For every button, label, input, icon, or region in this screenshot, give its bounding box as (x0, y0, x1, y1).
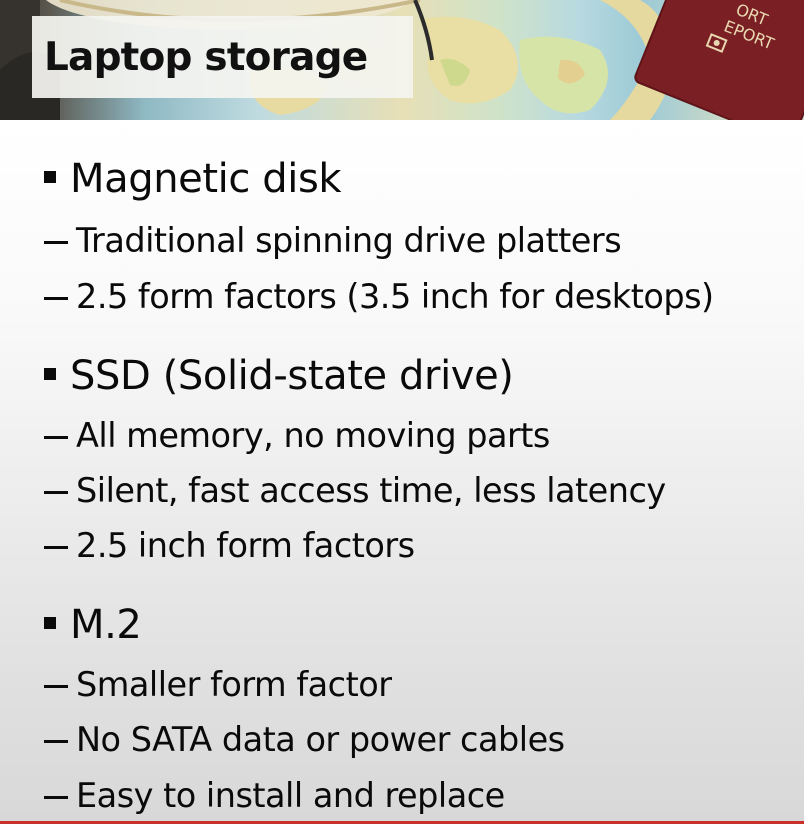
sub-item-text: 2.5 form factors (3.5 inch for desktops) (76, 277, 714, 316)
square-bullet-icon (44, 368, 56, 380)
header-banner: ORT EPORT Laptop storage (0, 0, 804, 120)
section-heading-m2: M.2 (44, 602, 142, 648)
sub-item-text: Easy to install and replace (76, 776, 505, 815)
sub-item-text: 2.5 inch form factors (76, 526, 415, 565)
sub-item: Silent, fast access time, less latency (44, 471, 666, 510)
sub-item-text: Smaller form factor (76, 665, 392, 704)
section-heading-ssd: SSD (Solid-state drive) (44, 353, 514, 399)
sub-item-text: No SATA data or power cables (76, 720, 565, 759)
sub-item: Smaller form factor (44, 665, 392, 704)
sub-item-text: Silent, fast access time, less latency (76, 471, 666, 510)
sub-item-text: All memory, no moving parts (76, 416, 550, 455)
sub-item: 2.5 form factors (3.5 inch for desktops) (44, 277, 714, 316)
sub-item: Easy to install and replace (44, 776, 505, 815)
heading-text: Magnetic disk (70, 156, 342, 202)
square-bullet-icon (44, 171, 56, 183)
section-heading-magnetic-disk: Magnetic disk (44, 156, 342, 202)
heading-text: M.2 (70, 602, 142, 648)
sub-item: All memory, no moving parts (44, 416, 550, 455)
sub-item: Traditional spinning drive platters (44, 221, 622, 260)
sub-item: No SATA data or power cables (44, 720, 565, 759)
sub-item: 2.5 inch form factors (44, 526, 415, 565)
heading-text: SSD (Solid-state drive) (70, 353, 514, 399)
slide-title: Laptop storage (44, 34, 368, 80)
square-bullet-icon (44, 617, 56, 629)
title-box: Laptop storage (32, 16, 413, 98)
sub-item-text: Traditional spinning drive platters (76, 221, 622, 260)
